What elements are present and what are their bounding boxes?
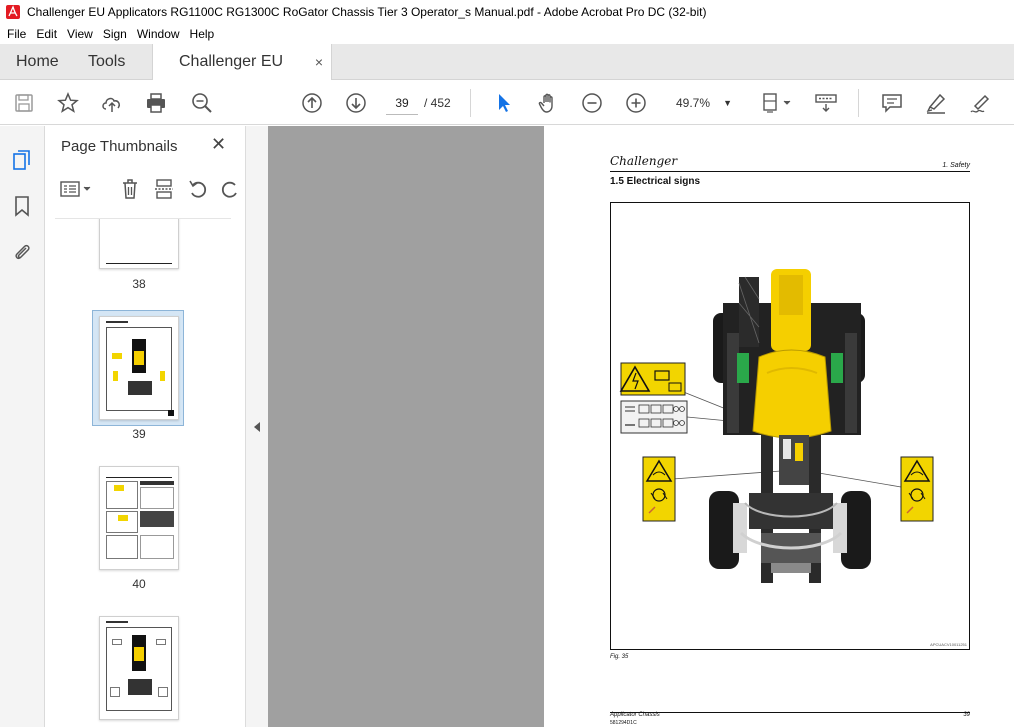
document-view[interactable]: Challenger 1. Safety 1.5 Electrical sign…: [268, 126, 1014, 727]
collapse-panel-handle[interactable]: [245, 126, 268, 727]
menu-sign[interactable]: Sign: [98, 24, 132, 44]
window-title: Challenger EU Applicators RG1100C RG1300…: [27, 5, 707, 19]
zoom-search-icon[interactable]: [190, 91, 214, 115]
page-thumbnails-icon[interactable]: [10, 148, 34, 172]
thumbnail-page[interactable]: [99, 219, 179, 269]
menu-window[interactable]: Window: [132, 24, 185, 44]
header-rule: [610, 171, 970, 172]
tab-home[interactable]: Home: [16, 44, 59, 80]
zoom-out-icon[interactable]: [580, 91, 604, 115]
figure-reference-code: APCUACV10011251: [930, 642, 967, 647]
figure-frame: APCUACV10011251: [610, 202, 970, 650]
footer-rule: [610, 712, 970, 713]
rotate-clockwise-icon[interactable]: [219, 178, 241, 200]
menu-help[interactable]: Help: [185, 24, 220, 44]
delete-trash-icon[interactable]: [119, 178, 141, 200]
zoom-in-icon[interactable]: [624, 91, 648, 115]
print-icon[interactable]: [144, 91, 168, 115]
comment-icon[interactable]: [880, 91, 904, 115]
zoom-level-value: 49.7%: [676, 96, 711, 110]
sign-pen-icon[interactable]: [968, 91, 992, 115]
menu-bar: File Edit View Sign Window Help: [0, 24, 1014, 44]
footer-code: 581294D1C: [610, 720, 637, 726]
chevron-left-icon: [254, 421, 260, 432]
page-brand-logo: Challenger: [610, 154, 678, 168]
thumbnail-list: 38 39 40: [55, 218, 231, 727]
page-heading: 1.5 Electrical signs: [610, 176, 701, 187]
next-page-icon[interactable]: [344, 91, 368, 115]
sprayer-chassis-illustration: [619, 269, 934, 583]
keyboard-tools-icon[interactable]: [814, 91, 838, 115]
previous-page-icon[interactable]: [300, 91, 324, 115]
page-number-footer: 39: [963, 712, 970, 718]
thumbnail-toolbar: [55, 176, 240, 204]
thumbnail-page-label: 39: [132, 427, 146, 441]
left-navigation-rail: [0, 126, 45, 727]
rotate-counterclockwise-icon[interactable]: [187, 178, 209, 200]
upload-cloud-icon[interactable]: [100, 91, 124, 115]
acrobat-icon: [5, 4, 21, 20]
highlight-pen-icon[interactable]: [924, 91, 948, 115]
bookmark-icon[interactable]: [10, 194, 34, 218]
thumbnail-page[interactable]: [99, 466, 179, 570]
hand-tool-icon[interactable]: [536, 91, 560, 115]
chevron-down-icon: ▼: [723, 98, 732, 108]
save-icon[interactable]: [12, 91, 36, 115]
thumbnail-panel-title: Page Thumbnails: [61, 138, 178, 155]
tab-bar: Home Tools Challenger EU Appl... ×: [0, 44, 1014, 106]
extract-pages-icon[interactable]: [153, 178, 175, 200]
menu-view[interactable]: View: [62, 24, 98, 44]
menu-file[interactable]: File: [2, 24, 31, 44]
thumbnail-page[interactable]: [99, 616, 179, 720]
select-cursor-icon[interactable]: [492, 91, 516, 115]
thumbnail-page-label: 38: [132, 277, 146, 291]
pdf-page: Challenger 1. Safety 1.5 Electrical sign…: [544, 126, 1014, 727]
thumbnail-options-icon[interactable]: [59, 178, 93, 200]
tab-tools[interactable]: Tools: [88, 44, 125, 80]
toolbar-divider: [470, 89, 471, 117]
thumbnail-page[interactable]: [99, 316, 179, 420]
tab-close-icon[interactable]: ×: [315, 44, 323, 80]
page-number-input[interactable]: 39: [386, 91, 418, 115]
title-bar: Challenger EU Applicators RG1100C RG1300…: [0, 0, 1014, 24]
page-fit-icon[interactable]: [760, 91, 794, 115]
attachment-paperclip-icon[interactable]: [10, 240, 34, 264]
close-icon[interactable]: ✕: [211, 134, 231, 154]
toolbar-divider: [858, 89, 859, 117]
figure-caption: Fig. 35: [610, 654, 629, 660]
page-section-header: 1. Safety: [942, 162, 970, 169]
thumbnail-panel: Page Thumbnails ✕ 38 39 40: [45, 126, 287, 727]
thumbnail-page-label: 40: [132, 577, 146, 591]
menu-edit[interactable]: Edit: [31, 24, 62, 44]
tab-document[interactable]: Challenger EU Appl... ×: [152, 44, 332, 106]
page-total: / 452: [424, 96, 451, 110]
toolbar: 39 / 452 49.7% ▼: [0, 81, 1014, 125]
zoom-level-dropdown[interactable]: 49.7% ▼: [668, 91, 738, 115]
footer-title: Applicator Chassis: [610, 712, 660, 718]
star-icon[interactable]: [56, 91, 80, 115]
